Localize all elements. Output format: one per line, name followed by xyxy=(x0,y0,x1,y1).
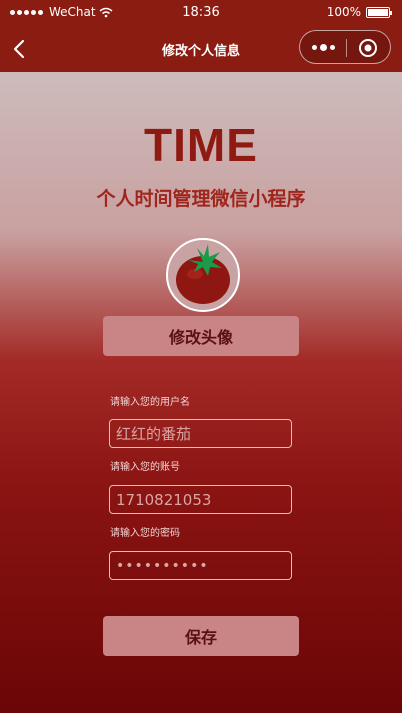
main-content: TIME 个人时间管理微信小程序 修改头像 请输入您的用户名 红红的番茄 请输入… xyxy=(0,72,402,713)
avatar xyxy=(166,238,240,312)
battery-icon xyxy=(366,6,392,18)
miniprogram-capsule xyxy=(299,30,391,64)
account-label: 请输入您的账号 xyxy=(110,462,180,473)
app-subtitle: 个人时间管理微信小程序 xyxy=(96,188,306,210)
capsule-divider xyxy=(346,39,347,57)
status-bar: WeChat 18:36 100% xyxy=(0,0,402,26)
account-field[interactable]: 1710821053 xyxy=(109,485,292,514)
password-field[interactable]: •••••••••• xyxy=(109,551,292,580)
save-button[interactable]: 保存 xyxy=(103,616,299,656)
close-target-icon[interactable] xyxy=(358,38,378,58)
tomato-icon xyxy=(176,244,230,304)
more-icon[interactable] xyxy=(312,41,338,53)
username-label: 请输入您的用户名 xyxy=(110,397,190,408)
username-field[interactable]: 红红的番茄 xyxy=(109,419,292,448)
app-logo-text: TIME xyxy=(144,119,258,171)
change-avatar-button[interactable]: 修改头像 xyxy=(103,316,299,356)
password-label: 请输入您的密码 xyxy=(110,528,180,539)
battery-percent: 100% xyxy=(326,5,361,19)
status-right: 100% xyxy=(326,5,392,19)
nav-bar: 修改个人信息 xyxy=(0,26,402,72)
